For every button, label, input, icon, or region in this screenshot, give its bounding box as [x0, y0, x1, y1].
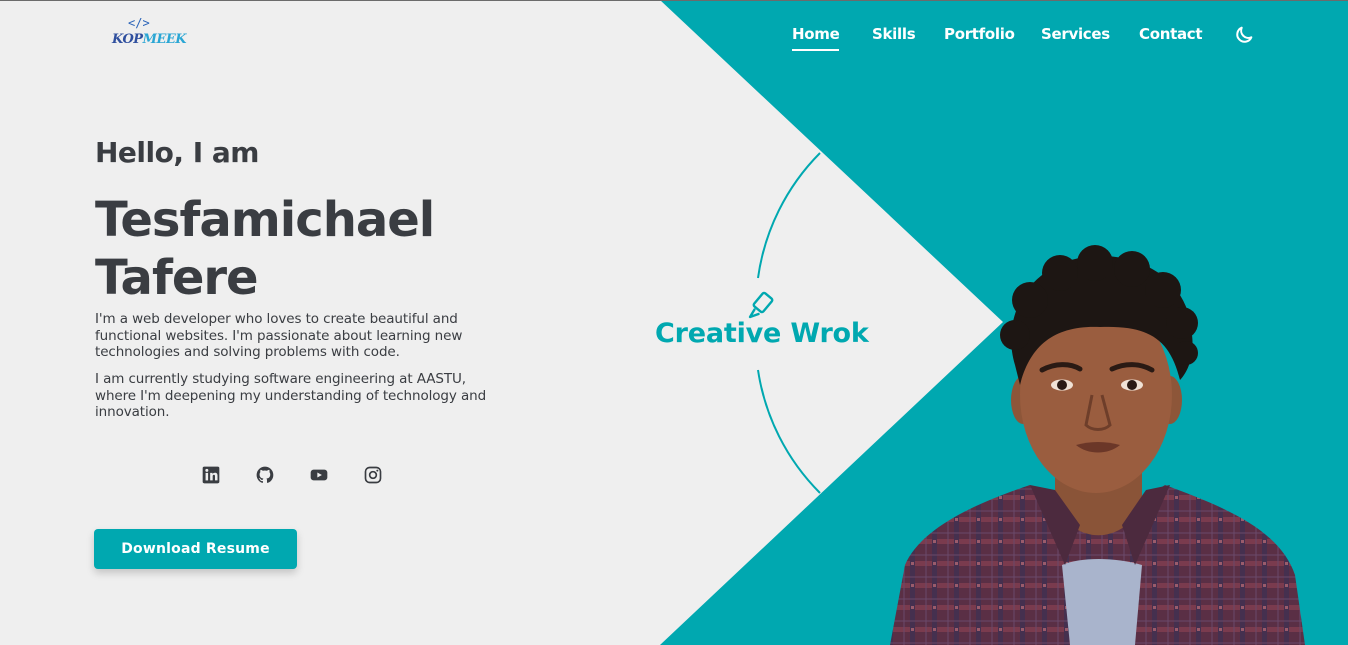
hero-intro-paragraph: I'm a web developer who loves to create … [95, 311, 463, 360]
instagram-icon[interactable] [363, 465, 383, 485]
nav-services[interactable]: Services [1041, 25, 1110, 43]
logo-text-b: MEEK [142, 32, 187, 47]
youtube-icon[interactable] [309, 465, 329, 485]
hero-name-first: Tesfamichael [95, 192, 435, 248]
hero-greeting: Hello, I am [95, 136, 259, 169]
github-icon[interactable] [255, 465, 275, 485]
nav-skills[interactable]: Skills [872, 25, 916, 43]
arc-top [757, 152, 821, 279]
nav-contact[interactable]: Contact [1139, 25, 1203, 43]
site-logo[interactable]: </> KOPMEEK [110, 16, 187, 54]
moon-icon[interactable] [1233, 24, 1255, 46]
logo-wordmark: KOPMEEK [112, 32, 187, 47]
hero-study-paragraph: I am currently studying software enginee… [95, 371, 487, 420]
portrait-photo [890, 245, 1305, 645]
top-border [0, 0, 1348, 1]
logo-code-symbol: </> [128, 16, 150, 30]
hero-name-last: Tafere [95, 250, 259, 306]
arc-bottom [757, 369, 821, 494]
creative-work-label: Creative Wrok [655, 318, 869, 349]
linkedin-icon[interactable] [201, 465, 221, 485]
download-resume-button[interactable]: Download Resume [94, 529, 297, 569]
logo-text-a: KOP [112, 32, 143, 47]
hero-name: Tesfamichael Tafere [95, 191, 435, 307]
nav-portfolio[interactable]: Portfolio [944, 25, 1015, 43]
nav-home[interactable]: Home [792, 25, 840, 51]
